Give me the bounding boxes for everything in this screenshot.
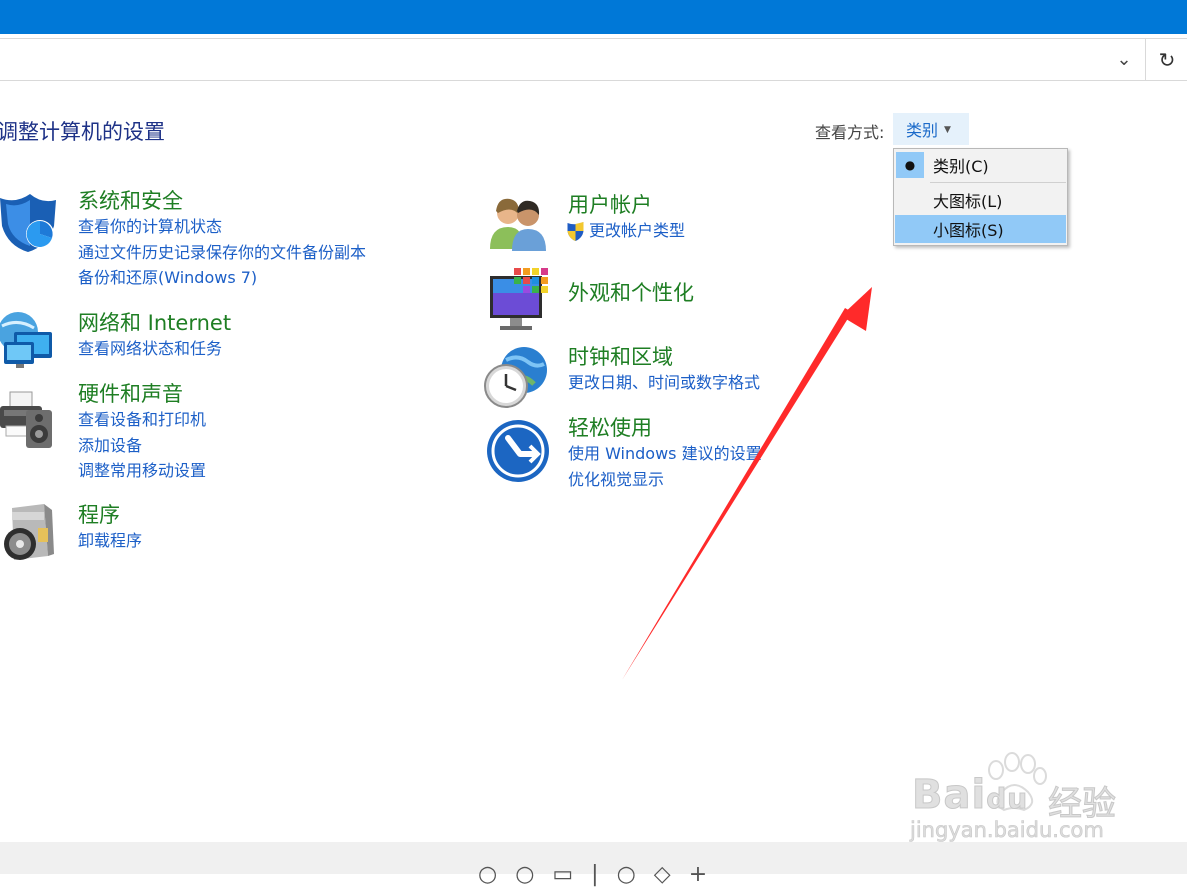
chevron-down-icon[interactable]: ⌄ xyxy=(1105,39,1143,80)
link-add-device[interactable]: 添加设备 xyxy=(78,433,206,459)
taskbar-glyphs: ○○▭|○◇+ xyxy=(478,862,726,887)
watermark-brand: Baidu xyxy=(911,772,1029,819)
link-uninstall-program[interactable]: 卸载程序 xyxy=(78,528,142,554)
link-change-date-time[interactable]: 更改日期、时间或数字格式 xyxy=(568,370,760,396)
category-title[interactable]: 轻松使用 xyxy=(568,415,762,441)
view-by-label: 查看方式: xyxy=(815,123,885,142)
shield-icon[interactable] xyxy=(0,190,60,256)
menu-item-large-icons[interactable]: 大图标(L) xyxy=(895,186,1066,214)
category-system-security: 系统和安全 查看你的计算机状态 通过文件历史记录保存你的文件备份副本 备份和还原… xyxy=(78,188,366,291)
link-file-history-backup[interactable]: 通过文件历史记录保存你的文件备份副本 xyxy=(78,240,366,266)
category-hardware-sound: 硬件和声音 查看设备和打印机 添加设备 调整常用移动设置 xyxy=(78,381,206,484)
category-title[interactable]: 时钟和区域 xyxy=(568,344,760,370)
menu-item-small-icons[interactable]: 小图标(S) xyxy=(895,215,1066,243)
menu-separator xyxy=(930,182,1066,183)
link-backup-restore[interactable]: 备份和还原(Windows 7) xyxy=(78,265,366,291)
network-globe-icon[interactable] xyxy=(0,306,60,370)
user-accounts-icon[interactable] xyxy=(488,193,550,251)
clock-globe-icon[interactable] xyxy=(484,344,550,410)
link-view-computer-status[interactable]: 查看你的计算机状态 xyxy=(78,214,366,240)
category-title[interactable]: 网络和 Internet xyxy=(78,310,231,336)
personalization-monitor-icon[interactable] xyxy=(488,266,552,332)
link-optimize-visual-display[interactable]: 优化视觉显示 xyxy=(568,467,762,493)
link-windows-recommended-settings[interactable]: 使用 Windows 建议的设置 xyxy=(568,441,762,467)
change-account-type-row[interactable]: 更改帐户类型 xyxy=(565,218,685,244)
link-mobility-settings[interactable]: 调整常用移动设置 xyxy=(78,458,206,484)
printer-speaker-icon[interactable] xyxy=(0,388,60,452)
category-ease-of-access: 轻松使用 使用 Windows 建议的设置 优化视觉显示 xyxy=(568,415,762,492)
category-title[interactable]: 用户帐户 xyxy=(568,192,685,218)
view-by-menu: ● 类别(C) 大图标(L) 小图标(S) xyxy=(893,148,1068,246)
category-clock-region: 时钟和区域 更改日期、时间或数字格式 xyxy=(568,344,760,396)
caret-down-icon: ▼ xyxy=(944,125,951,135)
programs-disc-icon[interactable] xyxy=(0,500,58,564)
category-network: 网络和 Internet 查看网络状态和任务 xyxy=(78,310,231,362)
category-programs: 程序 卸载程序 xyxy=(78,502,142,554)
category-title[interactable]: 程序 xyxy=(78,502,142,528)
category-title[interactable]: 外观和个性化 xyxy=(568,280,694,306)
category-title[interactable]: 硬件和声音 xyxy=(78,381,206,407)
link-devices-printers[interactable]: 查看设备和打印机 xyxy=(78,407,206,433)
category-appearance: 外观和个性化 xyxy=(568,280,694,306)
menu-item-category[interactable]: 类别(C) xyxy=(895,151,1066,179)
window-titlebar xyxy=(0,0,1187,34)
view-by-current: 类别 xyxy=(906,121,939,140)
address-separator xyxy=(1145,39,1146,80)
refresh-icon[interactable]: ↻ xyxy=(1148,39,1186,80)
category-user-accounts: 用户帐户 更改帐户类型 xyxy=(565,192,685,244)
link-change-account-type[interactable]: 更改帐户类型 xyxy=(589,218,685,244)
page-title: 调整计算机的设置 xyxy=(0,120,165,144)
view-by-dropdown[interactable]: 类别 ▼ xyxy=(893,113,969,145)
category-title[interactable]: 系统和安全 xyxy=(78,188,366,214)
uac-shield-icon xyxy=(567,221,584,241)
watermark-url: jingyan.baidu.com xyxy=(910,818,1104,843)
address-bar[interactable]: ⌄ ↻ xyxy=(0,38,1187,81)
link-network-status[interactable]: 查看网络状态和任务 xyxy=(78,336,231,362)
ease-of-access-icon[interactable] xyxy=(486,418,552,484)
